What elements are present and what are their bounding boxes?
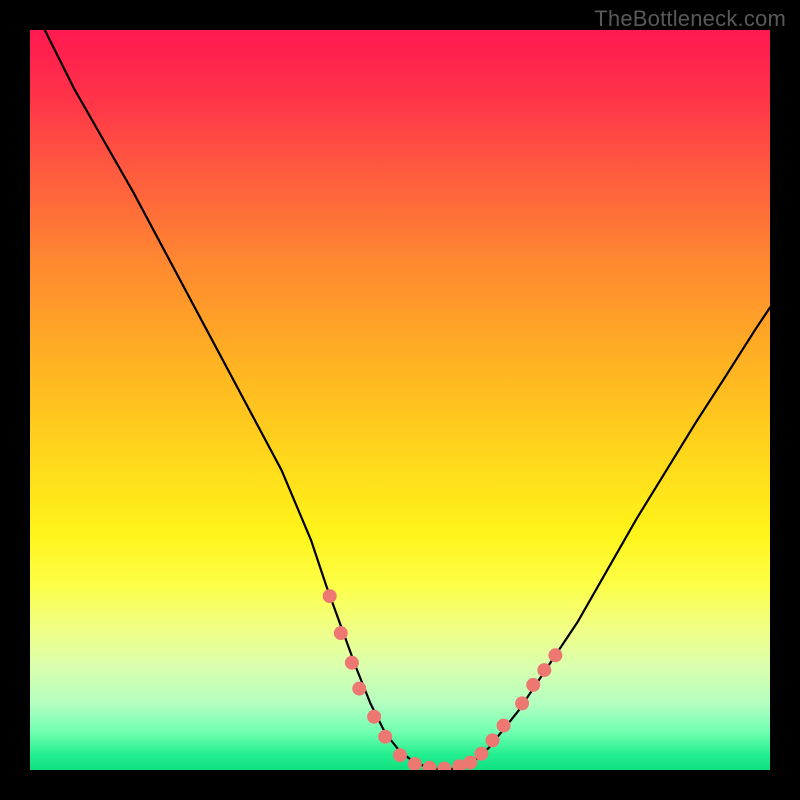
data-marker [548, 648, 562, 662]
data-marker [345, 656, 359, 670]
data-marker [378, 730, 392, 744]
watermark-text: TheBottleneck.com [594, 6, 786, 32]
data-marker [474, 747, 488, 761]
data-marker [463, 756, 477, 770]
data-marker [367, 710, 381, 724]
data-marker [437, 762, 451, 770]
data-marker [393, 748, 407, 762]
data-marker [526, 678, 540, 692]
plot-area [30, 30, 770, 770]
data-marker [323, 589, 337, 603]
data-marker [497, 719, 511, 733]
data-marker [334, 626, 348, 640]
data-marker [423, 761, 437, 770]
data-marker [352, 682, 366, 696]
data-marker [486, 733, 500, 747]
curve-line [45, 30, 770, 770]
chart-frame: TheBottleneck.com [0, 0, 800, 800]
data-marker [515, 696, 529, 710]
data-marker [537, 663, 551, 677]
chart-svg [30, 30, 770, 770]
